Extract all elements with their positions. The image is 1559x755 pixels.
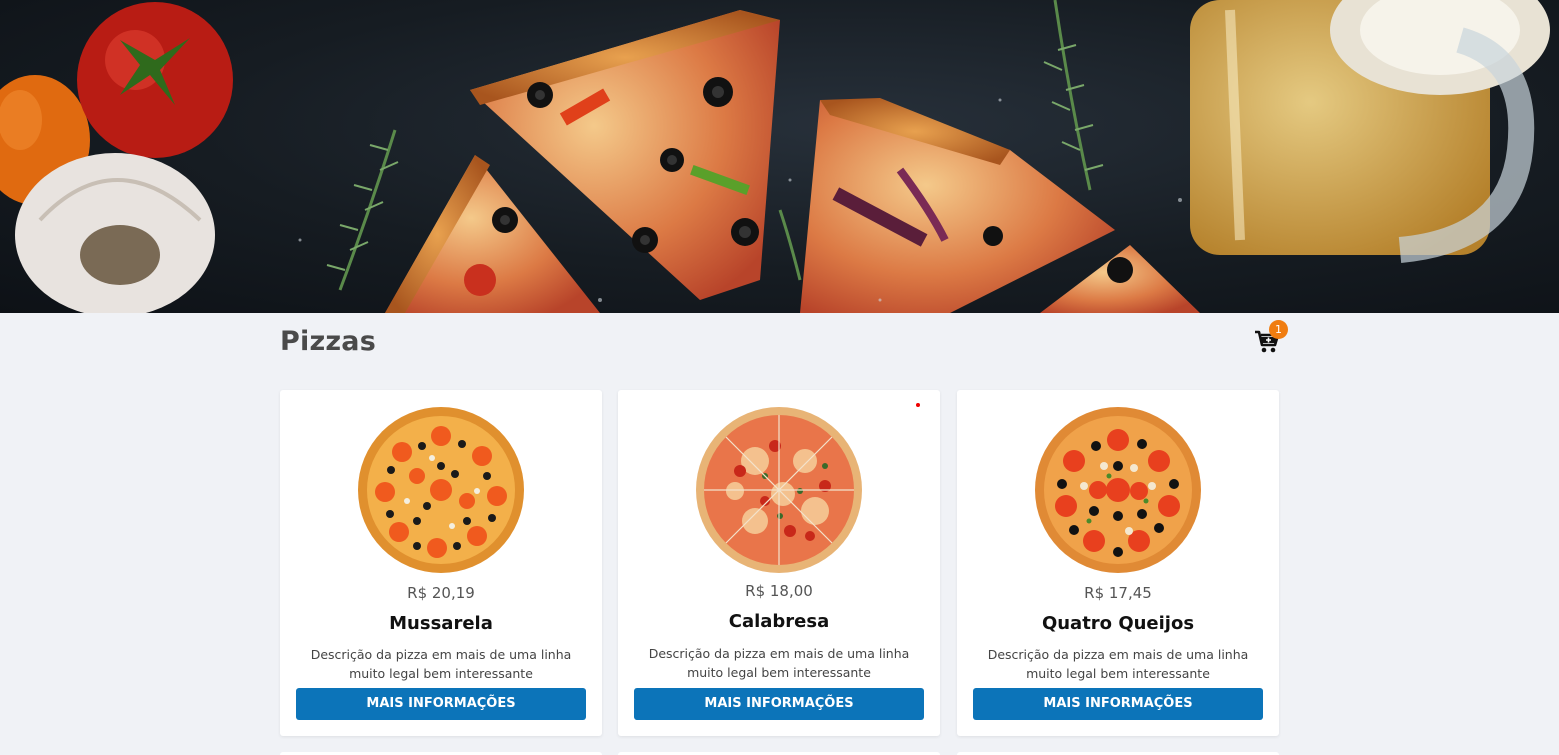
pizza-description: Descrição da pizza em mais de uma linha …	[648, 646, 910, 680]
pizza-image	[695, 406, 863, 574]
pizza-price: R$ 18,00	[745, 582, 813, 600]
pizza-description: Descrição da pizza em mais de uma linha …	[987, 647, 1249, 681]
pizza-price: R$ 17,45	[1084, 584, 1152, 602]
pizza-card: R$ 20,19 Mussarela Descrição da pizza em…	[280, 390, 602, 736]
pizza-name: Mussarela	[389, 613, 493, 634]
more-info-button[interactable]: MAIS INFORMAÇÕES	[296, 688, 586, 720]
pizza-card: R$ 18,00 Calabresa Descrição da pizza em…	[618, 390, 940, 736]
pizza-name: Quatro Queijos	[1041, 613, 1195, 634]
pizza-name: Calabresa	[728, 611, 830, 632]
pizza-price: R$ 20,19	[407, 584, 475, 602]
pizza-card: R$ 17,45 Quatro Queijos Descrição da piz…	[957, 390, 1279, 736]
hero-banner	[0, 0, 1559, 313]
pizza-image	[357, 406, 525, 574]
red-dot-marker	[916, 403, 920, 407]
hero-pizza-image	[0, 0, 1550, 313]
pizza-description: Descrição da pizza em mais de uma linha …	[310, 647, 572, 681]
pizza-image	[1034, 406, 1202, 574]
cart-count-badge: 1	[1269, 320, 1288, 339]
page-title: Pizzas	[280, 326, 376, 357]
more-info-button[interactable]: MAIS INFORMAÇÕES	[634, 688, 924, 720]
more-info-button[interactable]: MAIS INFORMAÇÕES	[973, 688, 1263, 720]
